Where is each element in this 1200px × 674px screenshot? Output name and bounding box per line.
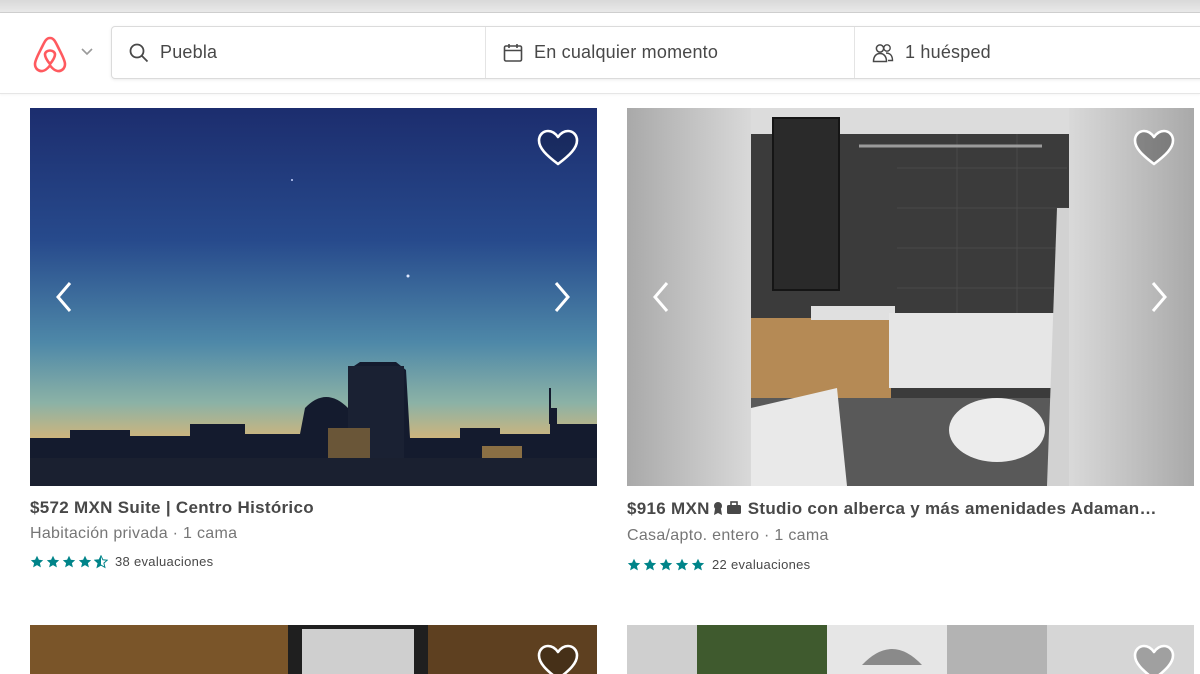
reviews-count: 22 evaluaciones	[712, 557, 811, 572]
airbnb-logo-icon[interactable]	[28, 32, 72, 76]
business-travel-icon	[726, 501, 741, 514]
half-star-icon	[94, 554, 108, 568]
room-photo	[627, 625, 1194, 674]
heart-icon[interactable]	[536, 128, 580, 168]
star-icon	[46, 555, 60, 567]
listing-price: $572 MXN	[30, 498, 113, 517]
next-photo-icon[interactable]	[548, 277, 576, 317]
listing-card[interactable]: $572 MXN Suite | Centro Histórico Habita…	[30, 108, 597, 578]
reviews-count: 38 evaluaciones	[115, 554, 214, 569]
star-icon	[691, 558, 705, 570]
next-photo-icon[interactable]	[1145, 277, 1173, 317]
navbar: Puebla En cualquier momento 1 huésped	[0, 13, 1200, 94]
city-skyline-photo	[30, 108, 597, 486]
listing-card[interactable]: $916 MXN Studio con alberca y más amenid…	[627, 108, 1194, 580]
star-icon	[643, 558, 657, 570]
guests-icon	[872, 43, 894, 62]
prev-photo-icon[interactable]	[647, 277, 675, 317]
guests-field[interactable]: 1 huésped	[854, 27, 1200, 78]
prev-photo-icon[interactable]	[50, 277, 78, 317]
listing-name: Studio con alberca y más amenidades Adam…	[747, 499, 1157, 518]
heart-icon[interactable]	[1132, 643, 1176, 674]
rating-stars	[30, 554, 110, 569]
star-icon	[675, 558, 689, 570]
rating-stars	[627, 558, 707, 572]
listing-photo[interactable]	[627, 625, 1194, 674]
listing-rating: 22 evaluaciones	[627, 557, 810, 572]
location-field[interactable]: Puebla	[128, 27, 484, 78]
search-bar: Puebla En cualquier momento 1 huésped	[111, 26, 1200, 79]
calendar-icon	[503, 43, 523, 62]
listing-photo[interactable]	[30, 625, 597, 674]
star-icon	[659, 558, 673, 570]
listing-card[interactable]	[30, 625, 597, 674]
star-icon	[30, 555, 44, 567]
room-photo	[30, 625, 597, 674]
location-value: Puebla	[160, 42, 218, 62]
star-icon	[627, 558, 641, 570]
heart-icon[interactable]	[536, 643, 580, 674]
browser-tab-strip	[0, 0, 1200, 13]
listing-rating: 38 evaluaciones	[30, 554, 213, 569]
listing-type: Habitación privada · 1 cama	[30, 525, 238, 542]
star-icon	[78, 555, 92, 567]
heart-icon[interactable]	[1132, 128, 1176, 168]
listing-name: Suite | Centro Histórico	[117, 498, 314, 517]
listing-price: $916 MXN	[627, 499, 710, 518]
listing-title[interactable]: $572 MXN Suite | Centro Histórico	[30, 498, 597, 518]
search-icon	[129, 43, 149, 62]
listing-type: Casa/apto. entero · 1 cama	[627, 527, 829, 544]
dates-field[interactable]: En cualquier momento	[485, 27, 870, 78]
superhost-icon	[713, 502, 722, 515]
dates-value: En cualquier momento	[534, 42, 719, 62]
chevron-down-icon[interactable]	[80, 44, 94, 58]
guests-value: 1 huésped	[905, 42, 991, 62]
listing-photo[interactable]	[627, 108, 1194, 486]
bathroom-photo	[627, 108, 1194, 486]
listing-photo[interactable]	[30, 108, 597, 486]
listing-card[interactable]	[627, 625, 1194, 674]
star-icon	[62, 555, 76, 567]
listing-title[interactable]: $916 MXN Studio con alberca y más amenid…	[627, 499, 1194, 519]
